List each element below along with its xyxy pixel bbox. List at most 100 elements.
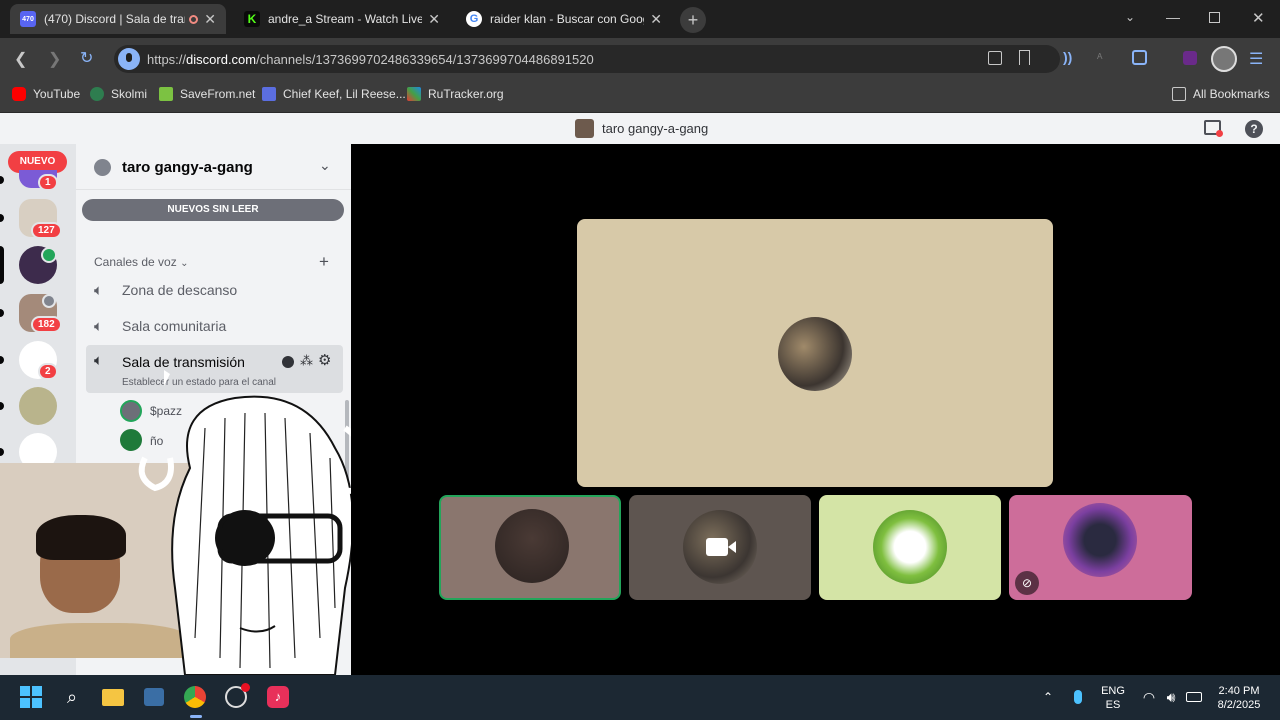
kick-icon: K	[244, 11, 260, 27]
reload-icon[interactable]: ↻	[80, 48, 93, 68]
microphone-icon[interactable]	[1064, 683, 1092, 711]
bookmark-star-icon[interactable]	[1019, 50, 1030, 65]
voice-channel[interactable]: 🔈︎ Sala comunitaria	[86, 309, 343, 343]
site-info-icon[interactable]	[118, 48, 140, 70]
rutracker-icon	[407, 87, 421, 101]
category-label: Canales de voz	[94, 255, 177, 269]
minimize-icon[interactable]: —	[1166, 9, 1180, 25]
close-tab-icon[interactable]: ✕	[428, 11, 440, 28]
restore-icon[interactable]	[1209, 12, 1220, 23]
participant-tile[interactable]	[629, 495, 811, 600]
selected-pip	[0, 246, 4, 284]
speaker-icon: 🔈︎	[94, 317, 104, 335]
menu-icon[interactable]: ☰	[1249, 49, 1263, 69]
mention-badge: 2	[38, 363, 58, 380]
chevron-down-icon: ⌄	[180, 258, 189, 269]
search-icon[interactable]: ⌕	[58, 683, 86, 711]
event-icon	[42, 294, 56, 308]
active-app-indicator	[190, 715, 202, 718]
voice-channel[interactable]: 🔈︎ Zona de descanso	[86, 273, 343, 307]
camera-lens-icon	[728, 541, 736, 553]
help-icon[interactable]: ?	[1245, 120, 1263, 138]
url-domain: discord.com	[186, 52, 257, 67]
participant-tile[interactable]: ⊘	[1009, 495, 1192, 600]
unread-banner[interactable]: NUEVOS SIN LEER	[82, 199, 344, 221]
url-prefix: https://	[147, 52, 187, 67]
chat-icon[interactable]	[282, 356, 294, 368]
extension-icon[interactable]	[1183, 51, 1197, 65]
close-window-icon[interactable]: ✕	[1252, 9, 1265, 27]
store-icon[interactable]	[140, 683, 168, 711]
server-name: taro gangy-a-gang	[122, 159, 253, 176]
bookmark-label: RuTracker.org	[428, 87, 504, 101]
chevron-up-icon[interactable]: ⌃	[1034, 683, 1062, 711]
bookmark-savefrom[interactable]: SaveFrom.net	[159, 87, 255, 101]
new-tab-button[interactable]: +	[680, 7, 706, 33]
start-icon[interactable]	[17, 683, 45, 711]
forward-icon[interactable]: ❯	[48, 49, 61, 69]
avatar	[873, 510, 947, 584]
share-icon[interactable]	[988, 51, 1002, 65]
mention-badge: 182	[31, 316, 62, 333]
avatar	[495, 509, 569, 583]
add-channel-icon[interactable]: +	[319, 252, 329, 272]
file-explorer-icon[interactable]	[99, 683, 127, 711]
inbox-icon[interactable]	[1204, 120, 1223, 137]
gear-icon[interactable]: ⚙	[318, 351, 331, 369]
voice-active-icon	[41, 247, 57, 263]
recording-icon	[189, 14, 199, 24]
tab-google[interactable]: G raider klan - Buscar con Google ✕	[456, 4, 672, 34]
bookmark-rutracker[interactable]: RuTracker.org	[407, 87, 504, 101]
camera-icon	[706, 538, 728, 556]
discord-icon: 470	[20, 11, 36, 27]
language-indicator[interactable]: ENG ES	[1096, 684, 1130, 712]
voice-category[interactable]: Canales de voz ⌄	[94, 255, 188, 269]
back-icon[interactable]: ❮	[14, 49, 27, 69]
tab-title: raider klan - Buscar con Google	[490, 12, 645, 26]
all-bookmarks-label: All Bookmarks	[1193, 87, 1270, 101]
speaker-icon: 🔈︎	[94, 281, 104, 299]
puzzle-extensions-icon[interactable]	[1132, 50, 1147, 65]
close-tab-icon[interactable]: ✕	[204, 11, 216, 28]
tiktok-icon[interactable]: ♪	[264, 683, 292, 711]
participant-tile[interactable]	[439, 495, 621, 600]
clock[interactable]: 2:40 PM 8/2/2025	[1206, 684, 1272, 712]
server-icon[interactable]	[19, 387, 57, 425]
tab-discord[interactable]: 470 (470) Discord | Sala de transmisión …	[10, 4, 226, 34]
obs-icon[interactable]	[222, 683, 250, 711]
channel-status[interactable]: Establecer un estado para el canal	[122, 377, 276, 388]
participant-tile[interactable]	[819, 495, 1001, 600]
translate-icon[interactable]: ᴬ	[1097, 51, 1102, 65]
close-tab-icon[interactable]: ✕	[650, 11, 662, 28]
chevron-down-icon[interactable]: ⌄	[319, 157, 331, 174]
invite-icon[interactable]: ⁂	[300, 353, 313, 369]
channel-name: Sala de transmisión	[122, 354, 245, 370]
tab-title: andre_a Stream - Watch Live on Kick	[268, 12, 423, 26]
muted-mic-icon: ⊘	[1015, 571, 1039, 595]
bookmark-youtube[interactable]: YouTube	[12, 87, 80, 101]
channel-name: Sala comunitaria	[122, 318, 227, 334]
focused-video-tile[interactable]	[577, 219, 1053, 487]
tab-kick[interactable]: K andre_a Stream - Watch Live on Kick ✕	[234, 4, 450, 34]
chrome-icon[interactable]	[181, 683, 209, 711]
bookmark-chief-keef[interactable]: Chief Keef, Lil Reese...	[262, 87, 406, 101]
battery-icon[interactable]	[1180, 683, 1208, 711]
tab-search-icon[interactable]: ⌄	[1125, 10, 1135, 24]
avatar	[1063, 503, 1137, 577]
bookmark-skolmi[interactable]: Skolmi	[90, 87, 147, 101]
youtube-icon	[12, 87, 26, 101]
clock-date: 8/2/2025	[1217, 699, 1261, 711]
savefrom-icon	[159, 87, 173, 101]
all-bookmarks[interactable]: All Bookmarks	[1172, 87, 1270, 101]
bookmark-label: Chief Keef, Lil Reese...	[283, 87, 406, 101]
community-icon	[94, 159, 111, 176]
cursor-icon	[164, 370, 170, 386]
profile-avatar[interactable]	[1211, 46, 1237, 72]
mention-badge: 1	[38, 174, 58, 191]
language-line: ES	[1105, 699, 1121, 711]
url-path: /channels/1373699702486339654/1373699704…	[256, 52, 594, 67]
avatar	[778, 317, 852, 391]
extension-icon[interactable]: ))	[1063, 49, 1072, 65]
url-text[interactable]: https://discord.com/channels/13736997024…	[147, 52, 594, 67]
anime-character-overlay	[138, 395, 368, 675]
